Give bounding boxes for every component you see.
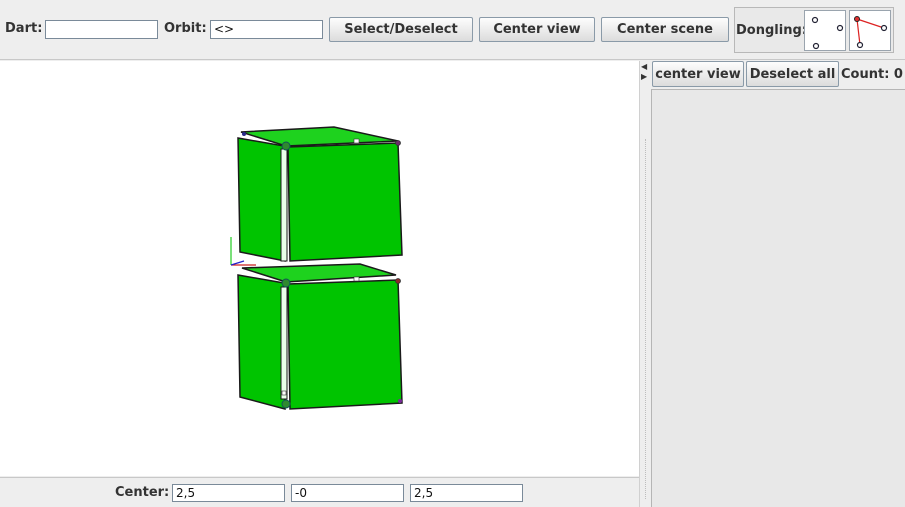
center-y-input[interactable]: -0 (291, 484, 404, 502)
orbit-label: Orbit: (164, 21, 207, 36)
right-panel: center view Deselect all Count: 0 (649, 61, 905, 507)
dongling-edges-button[interactable] (849, 10, 891, 51)
top-cube (237, 126, 403, 262)
right-center-view-button[interactable]: center view (652, 61, 744, 87)
dongling-vertices-icon (811, 16, 844, 50)
divider-grip (645, 139, 646, 499)
orbit-input[interactable]: <> (210, 20, 323, 39)
center-label: Center: (115, 485, 170, 500)
dongling-panel: Dongling: (734, 7, 894, 53)
toolbar: Dart: Orbit: <> Select/Deselect Center v… (0, 0, 905, 60)
dongling-label: Dongling: (736, 23, 807, 38)
selection-list[interactable] (651, 89, 905, 507)
deselect-all-button[interactable]: Deselect all (746, 61, 839, 87)
center-view-button[interactable]: Center view (479, 17, 595, 42)
3d-viewport[interactable] (0, 61, 639, 476)
center-z-input[interactable]: 2,5 (410, 484, 523, 502)
center-scene-button[interactable]: Center scene (601, 17, 729, 42)
collapse-right-icon[interactable]: ▶ (641, 73, 647, 81)
collapse-left-icon[interactable]: ◀ (641, 63, 647, 71)
scene-render (230, 126, 403, 410)
dongling-edges-icon (854, 16, 888, 49)
select-deselect-button[interactable]: Select/Deselect (329, 17, 473, 42)
dart-label: Dart: (5, 21, 43, 36)
dongling-vertices-button[interactable] (804, 10, 846, 51)
dart-input[interactable] (45, 20, 158, 39)
bottom-cube (237, 263, 403, 410)
count-label: Count: 0 (841, 67, 903, 82)
split-divider[interactable]: ◀ ▶ (639, 61, 649, 507)
center-bar: Center: 2,5 -0 2,5 (0, 477, 639, 507)
center-x-input[interactable]: 2,5 (172, 484, 285, 502)
